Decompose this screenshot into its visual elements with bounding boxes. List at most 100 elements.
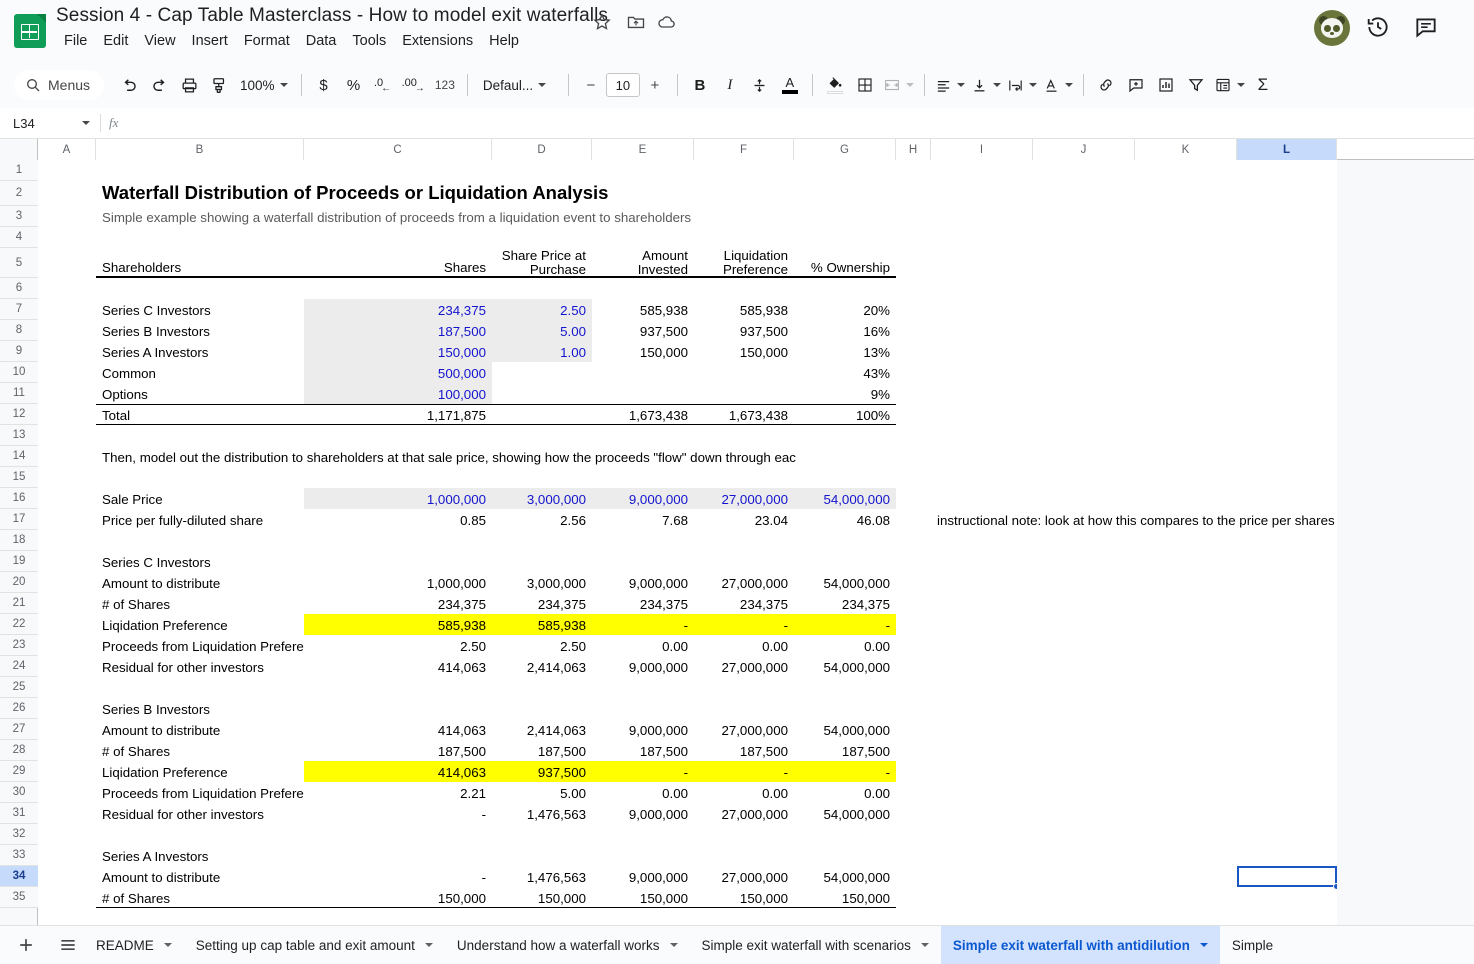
cell-G9[interactable]: 13% — [794, 341, 896, 362]
cell-E28[interactable]: 187,500 — [592, 740, 694, 761]
cell-B23[interactable]: Proceeds from Liquidation Preferen — [96, 635, 304, 656]
cell-C21[interactable]: 234,375 — [304, 593, 492, 614]
cell-E29[interactable]: - — [592, 761, 694, 782]
add-sheet-icon[interactable] — [10, 929, 42, 961]
cell-D28[interactable]: 187,500 — [492, 740, 592, 761]
row-header-6[interactable]: 6 — [0, 278, 38, 299]
cell-C23[interactable]: 2.50 — [304, 635, 492, 656]
cell-F17[interactable]: 23.04 — [694, 509, 794, 530]
cell-G24[interactable]: 54,000,000 — [794, 656, 896, 677]
cell-G29[interactable]: - — [794, 761, 896, 782]
version-history-icon[interactable] — [1365, 14, 1393, 42]
print-button[interactable] — [174, 70, 204, 100]
sheet-tab-3[interactable]: Simple exit waterfall with scenarios — [690, 926, 941, 964]
cell-F16[interactable]: 27,000,000 — [694, 488, 794, 509]
sheet-tab-1[interactable]: Setting up cap table and exit amount — [184, 926, 445, 964]
cell-B31[interactable]: Residual for other investors — [96, 803, 304, 824]
row-header-2[interactable]: 2 — [0, 181, 38, 206]
cell-C5[interactable]: Shares — [304, 248, 492, 278]
name-box[interactable]: L34 — [8, 112, 96, 134]
row-header-31[interactable]: 31 — [0, 803, 38, 824]
decrease-decimal-button[interactable]: .0 ← — [369, 70, 399, 100]
row-header-17[interactable]: 17 — [0, 509, 38, 530]
cell-E31[interactable]: 9,000,000 — [592, 803, 694, 824]
cell-G20[interactable]: 54,000,000 — [794, 572, 896, 593]
cell-E35[interactable]: 150,000 — [592, 887, 694, 908]
cell-B12[interactable]: Total — [96, 404, 304, 425]
row-header-3[interactable]: 3 — [0, 206, 38, 227]
cell-F34[interactable]: 27,000,000 — [694, 866, 794, 887]
row-header-8[interactable]: 8 — [0, 320, 38, 341]
cell-G31[interactable]: 54,000,000 — [794, 803, 896, 824]
row-header-7[interactable]: 7 — [0, 299, 38, 320]
cell-G12[interactable]: 100% — [794, 404, 896, 425]
row-header-29[interactable]: 29 — [0, 761, 38, 782]
vertical-align-button[interactable] — [968, 70, 1004, 100]
cell-D17[interactable]: 2.56 — [492, 509, 592, 530]
cell-B27[interactable]: Amount to distribute — [96, 719, 304, 740]
row-header-21[interactable]: 21 — [0, 593, 38, 614]
cell-B19[interactable]: Series C Investors — [96, 551, 304, 572]
row-header-9[interactable]: 9 — [0, 341, 38, 362]
cell-F28[interactable]: 187,500 — [694, 740, 794, 761]
cell-B22[interactable]: Liqidation Preference — [96, 614, 304, 635]
cell-D7[interactable]: 2.50 — [492, 299, 592, 320]
cell-G5[interactable]: % Ownership — [794, 248, 896, 278]
sheets-logo-icon[interactable] — [14, 14, 46, 48]
formula-input[interactable] — [118, 112, 1474, 134]
cell-G21[interactable]: 234,375 — [794, 593, 896, 614]
cell-C30[interactable]: 2.21 — [304, 782, 492, 803]
menu-insert[interactable]: Insert — [184, 31, 236, 51]
sum-button[interactable]: Σ — [1248, 70, 1278, 100]
row-header-23[interactable]: 23 — [0, 635, 38, 656]
cell-B2[interactable]: Waterfall Distribution of Proceeds or Li… — [96, 181, 996, 206]
cell-D20[interactable]: 3,000,000 — [492, 572, 592, 593]
cell-B10[interactable]: Common — [96, 362, 304, 383]
cell-C31[interactable]: - — [304, 803, 492, 824]
row-header-24[interactable]: 24 — [0, 656, 38, 677]
merge-cells-button[interactable] — [880, 70, 917, 100]
cell-C24[interactable]: 414,063 — [304, 656, 492, 677]
cell-E16[interactable]: 9,000,000 — [592, 488, 694, 509]
cell-F24[interactable]: 27,000,000 — [694, 656, 794, 677]
cell-G10[interactable]: 43% — [794, 362, 896, 383]
cell-B20[interactable]: Amount to distribute — [96, 572, 304, 593]
cell-B35[interactable]: # of Shares — [96, 887, 304, 908]
borders-button[interactable] — [850, 70, 880, 100]
cell-B3[interactable]: Simple example showing a waterfall distr… — [96, 206, 996, 227]
fill-handle[interactable] — [1333, 883, 1337, 890]
increase-decimal-button[interactable]: .00 → — [399, 70, 430, 100]
menu-help[interactable]: Help — [481, 31, 527, 51]
currency-format-button[interactable]: $ — [309, 70, 339, 100]
cell-B24[interactable]: Residual for other investors — [96, 656, 304, 677]
cell-B16[interactable]: Sale Price — [96, 488, 304, 509]
text-rotation-button[interactable] — [1040, 70, 1076, 100]
sheet-tab-0[interactable]: README — [84, 926, 184, 964]
cell-F22[interactable]: - — [694, 614, 794, 635]
cell-F8[interactable]: 937,500 — [694, 320, 794, 341]
cell-D35[interactable]: 150,000 — [492, 887, 592, 908]
cell-G11[interactable]: 9% — [794, 383, 896, 404]
row-header-15[interactable]: 15 — [0, 467, 38, 488]
menu-file[interactable]: File — [56, 31, 95, 51]
menu-edit[interactable]: Edit — [95, 31, 136, 51]
cell-C35[interactable]: 150,000 — [304, 887, 492, 908]
cell-F5[interactable]: Liquidation Preference — [694, 248, 794, 278]
cell-E27[interactable]: 9,000,000 — [592, 719, 694, 740]
sheet-cells[interactable]: Waterfall Distribution of Proceeds or Li… — [38, 160, 1337, 925]
menu-data[interactable]: Data — [298, 31, 345, 51]
cell-E9[interactable]: 150,000 — [592, 341, 694, 362]
text-color-button[interactable]: A — [775, 70, 805, 100]
cell-E17[interactable]: 7.68 — [592, 509, 694, 530]
chevron-down-icon[interactable] — [424, 943, 433, 947]
cell-B33[interactable]: Series A Investors — [96, 845, 304, 866]
cell-E20[interactable]: 9,000,000 — [592, 572, 694, 593]
cell-B9[interactable]: Series A Investors — [96, 341, 304, 362]
column-header-E[interactable]: E — [592, 139, 694, 160]
undo-button[interactable] — [114, 70, 144, 100]
document-title[interactable]: Session 4 - Cap Table Masterclass - How … — [56, 5, 608, 27]
cell-C29[interactable]: 414,063 — [304, 761, 492, 782]
row-header-20[interactable]: 20 — [0, 572, 38, 593]
cell-E34[interactable]: 9,000,000 — [592, 866, 694, 887]
column-header-I[interactable]: I — [931, 139, 1033, 160]
